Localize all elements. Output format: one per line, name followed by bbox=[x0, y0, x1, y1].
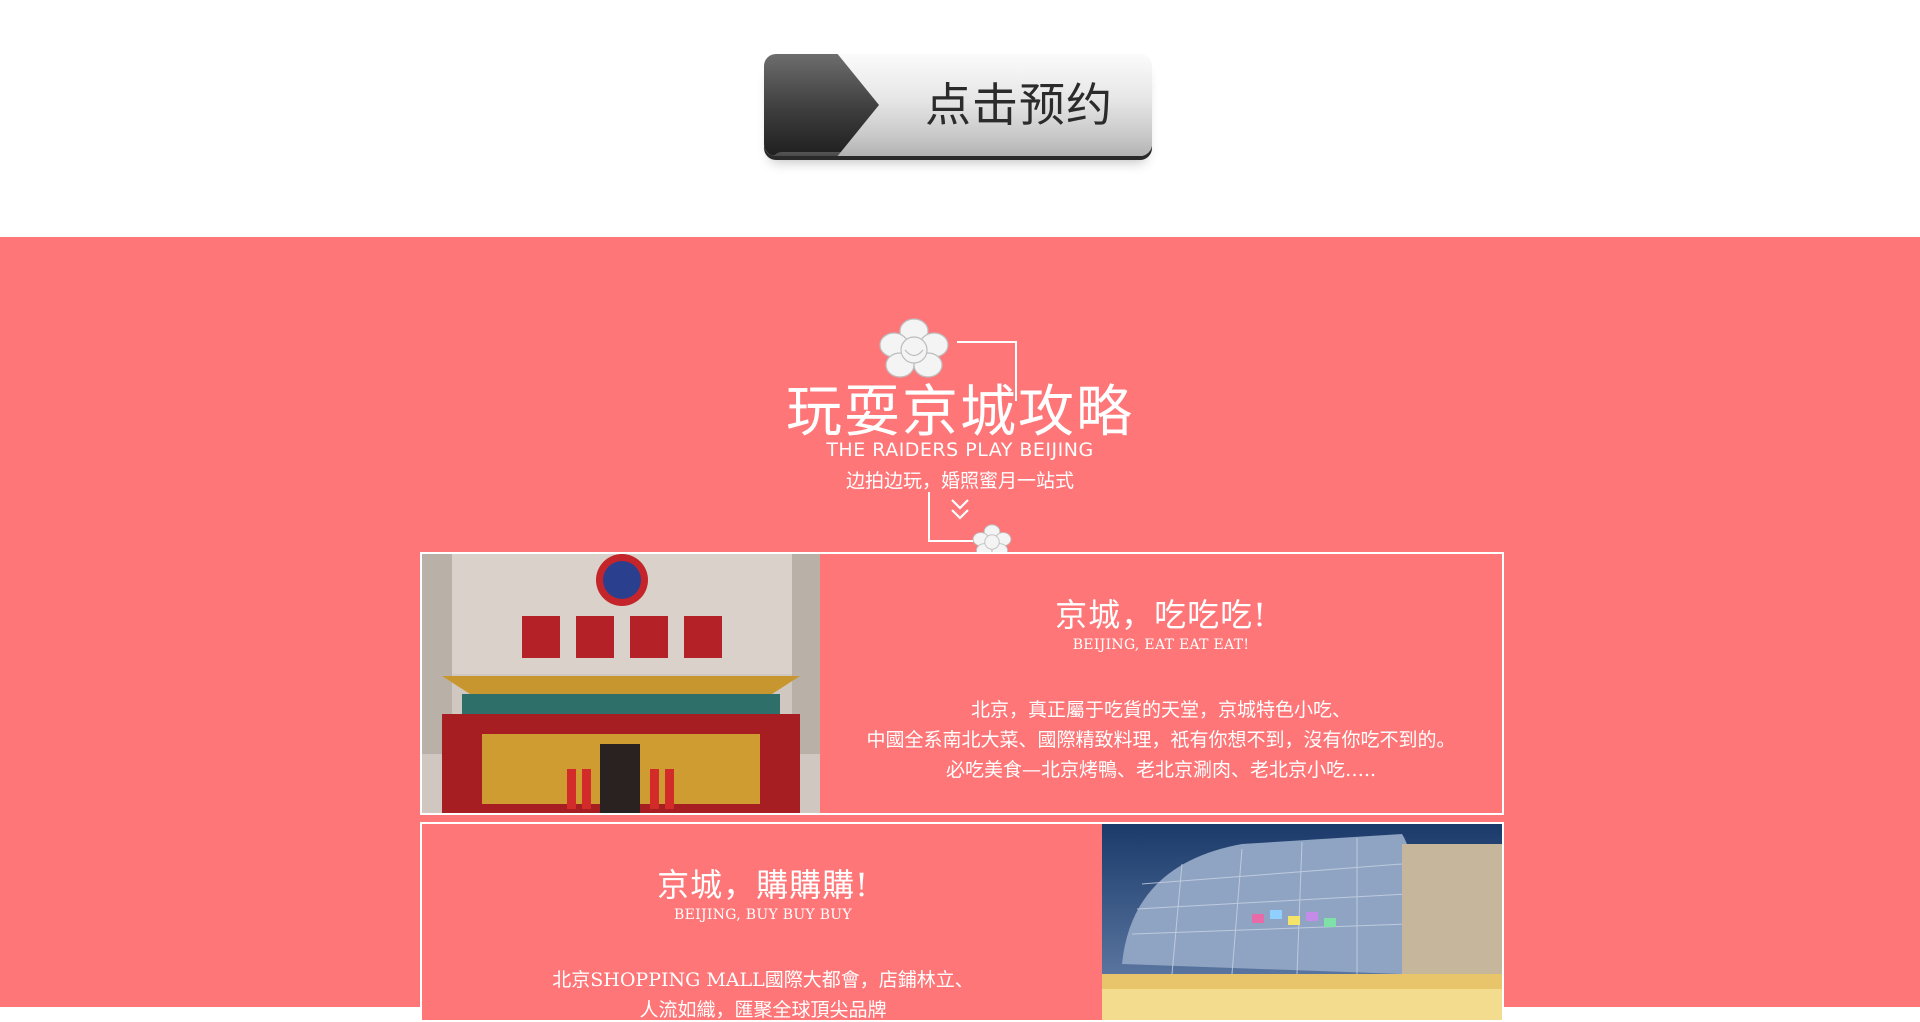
eat-line: 北京，真正屬于吃貨的天堂，京城特色小吃、 bbox=[970, 699, 1351, 721]
buy-text: 京城，購購購! BEIJING, BUY BUY BUY 北京SHOPPING … bbox=[422, 824, 1104, 1021]
buy-line: 人流如織，匯聚全球頂尖品牌 bbox=[639, 999, 887, 1021]
top-white-area: 点击预约 bbox=[0, 0, 1920, 237]
restaurant-photo bbox=[422, 554, 820, 813]
chevron-down-icon bbox=[951, 499, 969, 520]
eat-title-en: BEIJING, EAT EAT EAT! bbox=[1072, 637, 1250, 653]
eat-line: 中國全系南北大菜、國際精致料理，祇有你想不到，沒有你吃不到的。 bbox=[866, 729, 1456, 751]
section-heading: 玩耍京城攻略 THE RAIDERS PLAY BEIJING 边拍边玩，婚照蜜… bbox=[760, 277, 1160, 558]
eat-description: 北京，真正屬于吃貨的天堂，京城特色小吃、 中國全系南北大菜、國際精致料理，祇有你… bbox=[820, 695, 1502, 785]
arrow-right-icon bbox=[764, 54, 879, 156]
section-subtitle-cn: 边拍边玩，婚照蜜月一站式 bbox=[845, 470, 1074, 492]
section-title: 玩耍京城攻略 bbox=[786, 380, 1134, 445]
buy-title-cn: 京城，購購購! bbox=[657, 866, 869, 904]
buy-line: 北京SHOPPING MALL國際大都會，店鋪林立、 bbox=[552, 969, 974, 991]
book-now-button[interactable]: 点击预约 bbox=[764, 54, 1152, 156]
mall-photo bbox=[1102, 824, 1502, 1020]
buy-description: 北京SHOPPING MALL國際大都會，店鋪林立、 人流如織，匯聚全球頂尖品牌 bbox=[422, 965, 1104, 1021]
eat-line: 必吃美食—北京烤鴨、老北京涮肉、老北京小吃….. bbox=[945, 759, 1377, 781]
buy-title-en: BEIJING, BUY BUY BUY bbox=[674, 907, 852, 923]
book-now-label: 点击预约 bbox=[925, 78, 1113, 132]
button-reflection bbox=[772, 152, 1144, 156]
section-subtitle-en: THE RAIDERS PLAY BEIJING bbox=[826, 439, 1094, 461]
eat-card: 京城，吃吃吃! BEIJING, EAT EAT EAT! 北京，真正屬于吃貨的… bbox=[420, 552, 1504, 815]
eat-title-cn: 京城，吃吃吃! bbox=[1055, 596, 1267, 634]
guide-section: 玩耍京城攻略 THE RAIDERS PLAY BEIJING 边拍边玩，婚照蜜… bbox=[0, 237, 1920, 1022]
buy-card: 京城，購購購! BEIJING, BUY BUY BUY 北京SHOPPING … bbox=[420, 822, 1504, 1022]
eat-text: 京城，吃吃吃! BEIJING, EAT EAT EAT! 北京，真正屬于吃貨的… bbox=[820, 554, 1502, 785]
